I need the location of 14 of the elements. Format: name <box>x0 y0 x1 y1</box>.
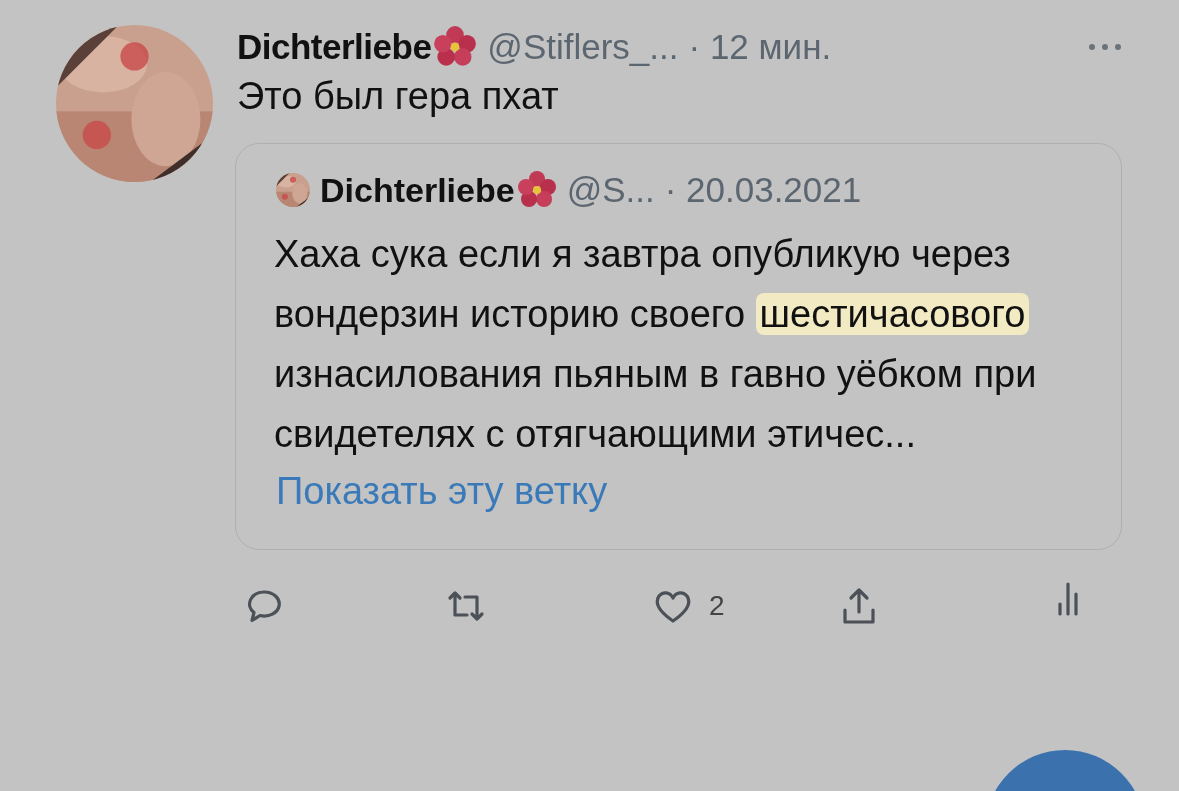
author-handle[interactable]: @Stiflers_... <box>487 27 679 67</box>
quoted-tweet-text: Хаха сука если я завтра опубликую через вондерзин историю своего шестичасового изнасилования пьяным в гавно уёбком при свидетелях с отягчающими этичес... <box>274 232 1038 457</box>
more-icon[interactable] <box>1088 43 1122 51</box>
flower-icon <box>516 170 557 210</box>
tweet-time: · 20.03.2021 <box>664 170 862 210</box>
author-name[interactable]: Dichterliebe <box>237 27 432 67</box>
flower-icon <box>433 25 478 69</box>
tweet-text: Это был гера пхат <box>237 75 560 118</box>
tweet-time: · 12 мин. <box>688 27 832 67</box>
author-handle: @S... <box>566 170 655 210</box>
show-thread-link[interactable]: Показать эту ветку <box>276 470 608 513</box>
like-count: 2 <box>709 590 725 622</box>
author-name: Dichterliebe <box>320 170 515 210</box>
quoted-tweet-card[interactable] <box>235 143 1122 550</box>
